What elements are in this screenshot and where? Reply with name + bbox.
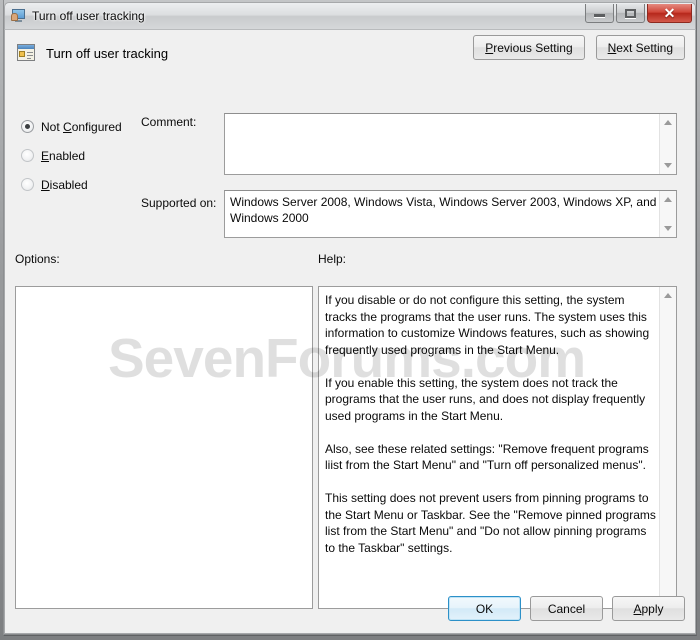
- radio-not-configured[interactable]: Not Configured: [21, 112, 151, 141]
- minimize-icon: [594, 14, 605, 17]
- title-bar[interactable]: Turn off user tracking ✕: [4, 2, 696, 29]
- policy-setting-icon: [17, 43, 37, 63]
- maximize-icon: [625, 8, 636, 18]
- apply-label: pply: [641, 601, 664, 616]
- dialog-client-area: Turn off user tracking Previous Setting …: [4, 29, 696, 634]
- comment-scroll-down-button[interactable]: [660, 157, 676, 174]
- radio-disabled[interactable]: Disabled: [21, 170, 151, 199]
- radio-not-configured-indicator[interactable]: [21, 120, 34, 133]
- previous-setting-label: revious Setting: [493, 40, 573, 55]
- comment-scrollbar[interactable]: [659, 114, 676, 174]
- comment-scroll-up-button[interactable]: [660, 114, 676, 131]
- next-setting-accel: N: [607, 40, 617, 55]
- radio-not-configured-label: Not Configured: [41, 119, 122, 134]
- chevron-up-icon: [664, 120, 672, 125]
- policy-name: Turn off user tracking: [46, 45, 169, 61]
- next-setting-label: ext Setting: [616, 40, 673, 55]
- radio-enabled-indicator[interactable]: [21, 149, 34, 162]
- policy-state-radio-group: Not Configured Enabled Disabled: [21, 112, 151, 199]
- supported-on-textarea[interactable]: Windows Server 2008, Windows Vista, Wind…: [224, 190, 677, 238]
- close-icon: ✕: [663, 5, 676, 21]
- cancel-button[interactable]: Cancel: [530, 596, 603, 621]
- previous-setting-button[interactable]: Previous Setting: [473, 35, 585, 60]
- supported-on-value: Windows Server 2008, Windows Vista, Wind…: [230, 195, 657, 225]
- navigation-buttons: Previous Setting Next Setting: [473, 35, 685, 60]
- help-label: Help:: [318, 252, 347, 266]
- options-pane[interactable]: [15, 286, 313, 609]
- supported-on-label: Supported on:: [141, 196, 217, 210]
- comment-textarea[interactable]: [224, 113, 677, 175]
- help-pane[interactable]: If you disable or do not configure this …: [318, 286, 677, 609]
- minimize-button[interactable]: [585, 4, 614, 23]
- window-title: Turn off user tracking: [32, 9, 145, 23]
- window-controls: ✕: [585, 3, 692, 29]
- apply-accel: A: [633, 601, 642, 616]
- radio-disabled-indicator[interactable]: [21, 178, 34, 191]
- previous-setting-accel: P: [485, 40, 494, 55]
- help-content: If you disable or do not configure this …: [325, 293, 656, 555]
- help-scroll-up-button[interactable]: [660, 287, 676, 304]
- dialog-window: Turn off user tracking ✕ Turn off user t…: [0, 0, 700, 640]
- monitor-user-icon: [11, 8, 27, 24]
- close-button[interactable]: ✕: [647, 4, 692, 23]
- dialog-footer-buttons: OK Cancel Apply: [448, 596, 685, 621]
- comment-value[interactable]: [230, 117, 658, 172]
- radio-disabled-label: Disabled: [41, 177, 88, 192]
- options-content: [22, 292, 306, 605]
- ok-button[interactable]: OK: [448, 596, 521, 621]
- chevron-up-icon: [664, 293, 672, 298]
- options-label: Options:: [15, 252, 60, 266]
- help-scrollbar[interactable]: [659, 287, 676, 608]
- maximize-button[interactable]: [616, 4, 645, 23]
- next-setting-button[interactable]: Next Setting: [595, 35, 685, 60]
- supported-on-scroll-up-button[interactable]: [660, 191, 676, 208]
- supported-on-scrollbar[interactable]: [659, 191, 676, 237]
- radio-enabled[interactable]: Enabled: [21, 141, 151, 170]
- chevron-down-icon: [664, 226, 672, 231]
- supported-on-scroll-down-button[interactable]: [660, 220, 676, 237]
- chevron-up-icon: [664, 197, 672, 202]
- comment-label: Comment:: [141, 115, 197, 129]
- radio-enabled-label: Enabled: [41, 148, 86, 163]
- chevron-down-icon: [664, 163, 672, 168]
- apply-button[interactable]: Apply: [612, 596, 685, 621]
